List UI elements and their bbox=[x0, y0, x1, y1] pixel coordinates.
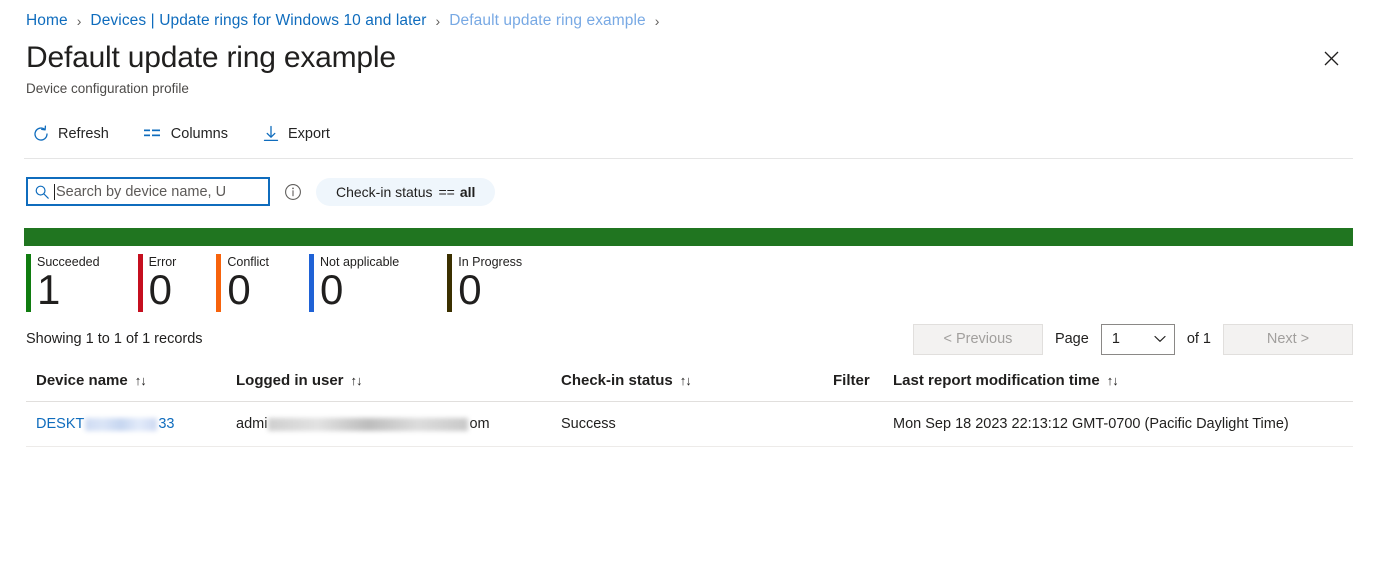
breadcrumb-item-home[interactable]: Home bbox=[26, 12, 68, 30]
column-label: Check-in status bbox=[561, 372, 673, 389]
sort-icon: ↑↓ bbox=[351, 373, 362, 388]
close-icon bbox=[1324, 51, 1339, 66]
devices-table: Device name ↑↓ Logged in user ↑↓ Check-in … bbox=[26, 366, 1353, 447]
export-icon bbox=[262, 125, 280, 143]
sort-icon: ↑↓ bbox=[680, 373, 691, 388]
next-page-button[interactable]: Next > bbox=[1223, 324, 1353, 355]
records-count-label: Showing 1 to 1 of 1 records bbox=[26, 331, 203, 347]
stat-value: 0 bbox=[320, 268, 399, 312]
page-header: Default update ring example Device confi… bbox=[0, 32, 1377, 98]
stat-color-bar bbox=[138, 254, 143, 312]
cell-filter bbox=[823, 402, 883, 447]
stat-color-bar bbox=[309, 254, 314, 312]
stat-value: 0 bbox=[227, 268, 269, 312]
export-button[interactable]: Export bbox=[258, 122, 334, 146]
column-header-logged-in-user[interactable]: Logged in user ↑↓ bbox=[226, 366, 551, 402]
column-label: Filter bbox=[833, 372, 870, 389]
close-button[interactable] bbox=[1315, 42, 1347, 74]
filter-pill-operator: == bbox=[438, 184, 454, 200]
breadcrumb: Home › Devices | Update rings for Window… bbox=[0, 0, 1377, 32]
status-progress-bar bbox=[24, 228, 1353, 246]
stat-not-applicable[interactable]: Not applicable 0 bbox=[277, 254, 407, 312]
columns-label: Columns bbox=[171, 126, 228, 142]
filter-pill-checkin-status[interactable]: Check-in status == all bbox=[316, 178, 495, 206]
table-header-row: Device name ↑↓ Logged in user ↑↓ Check-in … bbox=[26, 366, 1353, 402]
column-header-check-in-status[interactable]: Check-in status ↑↓ bbox=[551, 366, 823, 402]
refresh-label: Refresh bbox=[58, 126, 109, 142]
cell-check-in-status: Success bbox=[551, 402, 823, 447]
redacted-device-name bbox=[85, 418, 157, 431]
refresh-icon bbox=[32, 125, 50, 143]
stat-value: 0 bbox=[458, 268, 522, 312]
sort-icon: ↑↓ bbox=[1107, 373, 1118, 388]
column-label: Last report modification time bbox=[893, 372, 1100, 389]
column-label: Logged in user bbox=[236, 372, 344, 389]
breadcrumb-item-current: Default update ring example bbox=[449, 12, 646, 30]
page-total-label: of 1 bbox=[1187, 331, 1211, 347]
text-caret bbox=[54, 184, 55, 200]
info-icon[interactable] bbox=[284, 183, 302, 201]
table-row[interactable]: DESKT 33 admi om Success Mon Sep 18 2023 2… bbox=[26, 402, 1353, 447]
breadcrumb-separator-icon: › bbox=[77, 13, 82, 29]
command-bar: Refresh Columns Export bbox=[24, 108, 1353, 159]
chevron-down-icon bbox=[1154, 335, 1166, 343]
page-label: Page bbox=[1055, 331, 1089, 347]
stat-succeeded[interactable]: Succeeded 1 bbox=[26, 254, 108, 312]
records-and-pagination: Showing 1 to 1 of 1 records < Previous P… bbox=[0, 312, 1377, 358]
stat-color-bar bbox=[26, 254, 31, 312]
stat-conflict[interactable]: Conflict 0 bbox=[184, 254, 277, 312]
device-name-prefix: DESKT bbox=[36, 416, 84, 432]
stat-error[interactable]: Error 0 bbox=[108, 254, 185, 312]
page-number-select[interactable]: 1 bbox=[1101, 324, 1175, 355]
status-progress-fill-succeeded bbox=[24, 228, 1353, 246]
export-label: Export bbox=[288, 126, 330, 142]
column-header-device-name[interactable]: Device name ↑↓ bbox=[26, 366, 226, 402]
cell-last-report-time: Mon Sep 18 2023 22:13:12 GMT-0700 (Pacif… bbox=[883, 402, 1353, 447]
device-name-suffix: 33 bbox=[158, 416, 174, 432]
previous-page-button[interactable]: < Previous bbox=[913, 324, 1043, 355]
column-label: Device name bbox=[36, 372, 128, 389]
pagination: < Previous Page 1 of 1 Next > bbox=[913, 324, 1353, 355]
cell-device-name: DESKT 33 bbox=[26, 402, 226, 447]
columns-button[interactable]: Columns bbox=[139, 122, 232, 146]
search-input[interactable]: Search by device name, U bbox=[26, 177, 270, 206]
device-name-link[interactable]: DESKT 33 bbox=[36, 416, 174, 432]
search-placeholder: Search by device name, U bbox=[56, 184, 226, 200]
page-title: Default update ring example bbox=[26, 38, 1377, 78]
redacted-user-name bbox=[268, 418, 468, 431]
sort-icon: ↑↓ bbox=[135, 373, 146, 388]
filter-pill-field: Check-in status bbox=[336, 184, 432, 200]
filter-pill-value: all bbox=[460, 184, 476, 200]
stat-in-progress[interactable]: In Progress 0 bbox=[407, 254, 530, 312]
user-suffix: om bbox=[469, 416, 489, 432]
filter-bar: Search by device name, U Check-in status… bbox=[0, 159, 1377, 206]
cell-logged-in-user: admi om bbox=[226, 402, 551, 447]
breadcrumb-item-devices[interactable]: Devices | Update rings for Windows 10 an… bbox=[90, 12, 426, 30]
stat-color-bar bbox=[216, 254, 221, 312]
column-header-last-report-modification-time[interactable]: Last report modification time ↑↓ bbox=[883, 366, 1353, 402]
stat-color-bar bbox=[447, 254, 452, 312]
column-header-filter: Filter bbox=[823, 366, 883, 402]
breadcrumb-separator-icon: › bbox=[655, 13, 660, 29]
stat-value: 0 bbox=[149, 268, 177, 312]
user-prefix: admi bbox=[236, 416, 267, 432]
stat-value: 1 bbox=[37, 268, 100, 312]
refresh-button[interactable]: Refresh bbox=[28, 122, 113, 146]
search-icon bbox=[34, 184, 50, 200]
columns-icon bbox=[143, 125, 163, 143]
page-subtitle: Device configuration profile bbox=[26, 80, 1377, 98]
status-summary: Succeeded 1 Error 0 Conflict 0 Not appli… bbox=[0, 246, 1377, 312]
breadcrumb-separator-icon: › bbox=[436, 13, 441, 29]
page-number-value: 1 bbox=[1112, 331, 1120, 347]
